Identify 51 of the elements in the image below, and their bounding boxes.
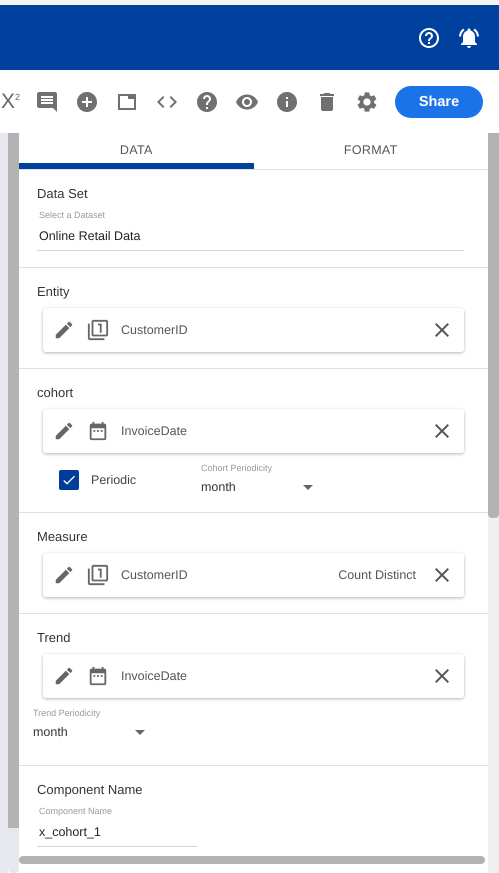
field-label: Cohort Periodicity: [201, 463, 274, 474]
field-label: Select a Dataset: [39, 210, 106, 221]
field-name: InvoiceDate: [121, 669, 188, 683]
add-icon: [75, 90, 99, 114]
checkbox[interactable]: [59, 470, 79, 490]
field-label: Component Name: [39, 806, 112, 817]
periodicity-dropdown[interactable]: month: [31, 719, 149, 741]
bell-icon[interactable]: [457, 26, 481, 50]
periodicity-dropdown[interactable]: month: [199, 474, 317, 496]
share-button[interactable]: Share: [395, 86, 483, 118]
help-icon: [195, 90, 219, 114]
checkbox-label: Periodic: [91, 473, 136, 487]
edit-button[interactable]: [53, 420, 75, 442]
comment-icon: [35, 90, 59, 114]
pencil-icon: [53, 564, 75, 586]
dataset-select[interactable]: Select a Dataset Online Retail Data: [37, 205, 464, 251]
section-title: Entity: [37, 284, 70, 300]
section-title: cohort: [37, 385, 74, 401]
formula-label[interactable]: X$^{2}$: [1, 90, 27, 114]
field-name: CustomerID: [121, 568, 189, 582]
scrollbar[interactable]: [8, 133, 19, 873]
section-title: Data Set: [37, 186, 88, 202]
caret-icon: [135, 730, 145, 734]
numeric-field-icon: [87, 564, 109, 586]
panel-tab[interactable]: DATA: [19, 133, 254, 169]
info-icon: [275, 90, 299, 114]
pencil-icon: [53, 420, 75, 442]
scrollbar[interactable]: [19, 856, 485, 864]
section-title: Measure: [37, 529, 88, 545]
field-name: InvoiceDate: [121, 424, 188, 438]
calendar-icon: [87, 420, 109, 442]
pencil-icon: [53, 665, 75, 687]
aggregation-label: Count Distinct: [338, 568, 416, 582]
calendar-icon: [87, 665, 109, 687]
scrollbar-thumb[interactable]: [488, 133, 499, 518]
numeric-field-icon: [87, 319, 109, 341]
edit-button[interactable]: [53, 564, 75, 586]
field-value: x_cohort_1: [39, 825, 101, 839]
field-value: Online Retail Data: [39, 229, 140, 243]
section-title: Trend: [37, 630, 70, 646]
pencil-icon: [53, 319, 75, 341]
field-label: Trend Periodicity: [33, 708, 102, 719]
edit-button[interactable]: [53, 665, 75, 687]
field-name: CustomerID: [121, 323, 189, 337]
section-title: Component Name: [37, 782, 142, 798]
edit-button[interactable]: [53, 319, 75, 341]
input-field[interactable]: Component Name x_cohort_1: [37, 801, 197, 847]
caret-icon: [303, 484, 313, 490]
panel-tab[interactable]: FORMAT: [254, 133, 488, 169]
settings-icon: [355, 90, 379, 114]
help-icon[interactable]: [417, 26, 441, 50]
